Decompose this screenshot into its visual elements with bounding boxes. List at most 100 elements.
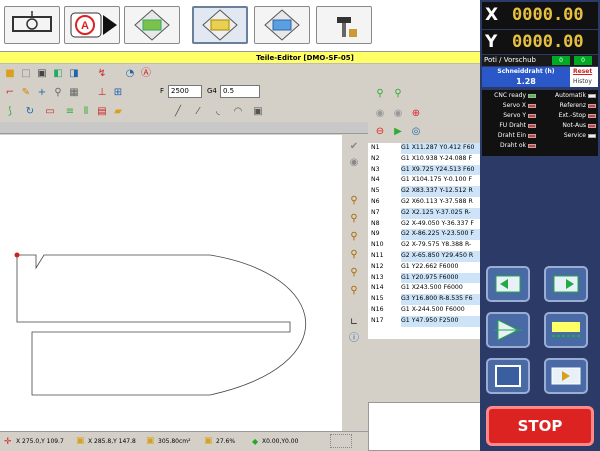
diamond-folder-button[interactable]: [124, 6, 180, 44]
folder-icon[interactable]: ▰: [112, 106, 124, 118]
nc-line-number: N10: [371, 241, 384, 249]
nc-line-number: N17: [371, 316, 384, 324]
grid-toggle[interactable]: [330, 434, 352, 448]
measure-icon[interactable]: ⊞: [112, 87, 124, 99]
nc-row[interactable]: N2 G1 X10.938 Y-24.088 F: [368, 154, 481, 165]
origin-icon[interactable]: ∟: [348, 317, 360, 329]
auto-mode-icon: A: [70, 12, 117, 38]
diamond-folder-edit-button[interactable]: [192, 6, 248, 44]
timer-icon[interactable]: ◔: [124, 68, 136, 80]
nc-row[interactable]: N9 G2 X-86.225 Y-23.500 F: [368, 229, 481, 241]
diamond-folder-open-button[interactable]: [254, 6, 310, 44]
cut-start-button[interactable]: [486, 312, 530, 348]
usage-percent: 27.6%: [216, 438, 236, 445]
pencil-icon[interactable]: ✎: [20, 87, 32, 99]
cursor-cut-icon[interactable]: ↯: [96, 68, 108, 80]
line-xy-icon[interactable]: ⁄: [192, 106, 204, 118]
grid-icon[interactable]: ▦: [68, 87, 80, 99]
zoom-window-icon[interactable]: ⚲: [348, 213, 360, 225]
zoom-out-icon[interactable]: ⚲: [348, 249, 360, 261]
history-link[interactable]: Histoy: [573, 78, 592, 85]
poti-row: Poti / Vorschub 0 0: [482, 55, 598, 66]
auto-icon[interactable]: Ⓐ: [140, 68, 152, 80]
curve-icon[interactable]: ⟆: [4, 106, 16, 118]
nc-row[interactable]: N3 G1 X9.725 Y24.513 F60: [368, 164, 481, 176]
info-icon[interactable]: ⓘ: [348, 333, 360, 345]
zoom-icon[interactable]: ⚲: [348, 195, 360, 207]
remove-icon[interactable]: ⊖: [374, 126, 386, 138]
y-readout: Y 0000.00: [482, 30, 598, 54]
nc-line-number: N14: [371, 284, 384, 292]
play-icon[interactable]: ▶: [392, 126, 404, 138]
nc-row[interactable]: N11 G2 X-65.850 Y29.450 R: [368, 250, 481, 262]
zoom-in-icon[interactable]: ⚲: [348, 231, 360, 243]
nc-textarea[interactable]: [368, 402, 481, 451]
nc-row[interactable]: N12 G1 Y22.662 F6000: [368, 262, 481, 273]
arc-icon[interactable]: ◟: [212, 106, 224, 118]
circle-grey-2-icon[interactable]: ◉: [392, 108, 404, 120]
nc-row[interactable]: N5 G2 X83.337 Y-12.512 R: [368, 186, 481, 197]
nc-row[interactable]: N13 G1 Y20.975 F6000: [368, 272, 481, 284]
line-icon[interactable]: ╱: [172, 106, 184, 118]
nc-row[interactable]: N6 G2 X60.113 Y-37.588 R: [368, 197, 481, 208]
nc-row[interactable]: N14 G1 X243.500 F6000: [368, 283, 481, 294]
step-icon[interactable]: ◎: [410, 126, 422, 138]
window-button[interactable]: [486, 358, 530, 394]
nc-row[interactable]: N8 G2 X-49.050 Y-36.337 F: [368, 219, 481, 230]
nc-tool-1-icon[interactable]: ⚲: [374, 88, 386, 100]
nc-code-list[interactable]: N1 G1 X11.287 Y0.412 F60 N2 G1 X10.938 Y-24…: [368, 143, 481, 339]
move-right-button[interactable]: [544, 266, 588, 302]
drawing-canvas[interactable]: [0, 135, 342, 431]
g4-select[interactable]: 0.5: [220, 85, 260, 98]
steps-icon[interactable]: ≡: [64, 106, 76, 118]
nc-code: G2 X-86.225 Y-23.500 F: [401, 229, 481, 241]
machine-button[interactable]: [4, 6, 60, 44]
nc-row[interactable]: N7 G2 X2.125 Y-37.025 R-: [368, 207, 481, 219]
magnifier-icon[interactable]: ⚲: [52, 87, 64, 99]
pan-icon[interactable]: ⚲: [348, 285, 360, 297]
diamond-folder-icon: [134, 9, 170, 41]
cursor-icon: ✛: [4, 437, 12, 447]
nc-row[interactable]: N16 G1 X-244.500 F6000: [368, 305, 481, 316]
nc-tool-2-icon[interactable]: ⚲: [392, 88, 404, 100]
cursor-coords: X 275.0,Y 109.7: [16, 438, 64, 445]
rectangle-icon[interactable]: ▭: [44, 106, 56, 118]
nc-row[interactable]: N1 G1 X11.287 Y0.412 F60: [368, 143, 481, 154]
columns-icon[interactable]: ⫴: [80, 106, 92, 118]
nc-row[interactable]: N4 G1 X104.175 Y-0.100 F: [368, 175, 481, 186]
axis-icon[interactable]: ⊥: [96, 87, 108, 99]
status-label: Draht ok: [500, 142, 526, 149]
open-folder-icon[interactable]: ■: [4, 68, 16, 80]
status-item-right: Referenz: [560, 102, 596, 109]
nc-row[interactable]: N17 G1 Y47.950 F2500: [368, 315, 481, 327]
nc-row[interactable]: N15 G3 Y16.800 R-8.535 F6: [368, 294, 481, 305]
side-tools: ✔ ◉ ⚲ ⚲ ⚲ ⚲ ⚲ ⚲ ∟ ⓘ: [342, 135, 368, 431]
y-axis-label: Y: [485, 32, 498, 52]
crosshair-icon[interactable]: +: [36, 87, 48, 99]
circle-grey-1-icon[interactable]: ◉: [374, 108, 386, 120]
polyline-icon[interactable]: ⌐: [4, 87, 16, 99]
feed-select[interactable]: 2500: [168, 85, 202, 98]
move-left-button[interactable]: [486, 266, 530, 302]
zoom-fit-icon[interactable]: ⚲: [348, 267, 360, 279]
stop-button[interactable]: STOP: [486, 406, 594, 446]
status-label: FU Draht: [499, 122, 526, 129]
add-icon[interactable]: ⊕: [410, 108, 422, 120]
hammer-button[interactable]: [316, 6, 372, 44]
status-led: [528, 133, 536, 138]
cut-end-button[interactable]: [544, 312, 588, 348]
check-icon[interactable]: ✔: [348, 141, 360, 153]
gear-icon[interactable]: ◉: [348, 157, 360, 169]
export-icon[interactable]: ◨: [68, 68, 80, 80]
arc-xy-icon[interactable]: ◠: [232, 106, 244, 118]
auto-mode-button[interactable]: A: [64, 6, 120, 44]
next-button[interactable]: [544, 358, 588, 394]
reset-link[interactable]: Reset: [573, 68, 592, 75]
rotate-icon[interactable]: ↻: [24, 106, 36, 118]
nc-row[interactable]: N10 G2 X-79.575 Y8.388 R-: [368, 240, 481, 251]
import-icon[interactable]: ◧: [52, 68, 64, 80]
table-icon[interactable]: ▤: [96, 106, 108, 118]
g4-icon[interactable]: ▣: [252, 106, 264, 118]
save-icon[interactable]: ▣: [36, 68, 48, 80]
new-file-icon[interactable]: □: [20, 68, 32, 80]
